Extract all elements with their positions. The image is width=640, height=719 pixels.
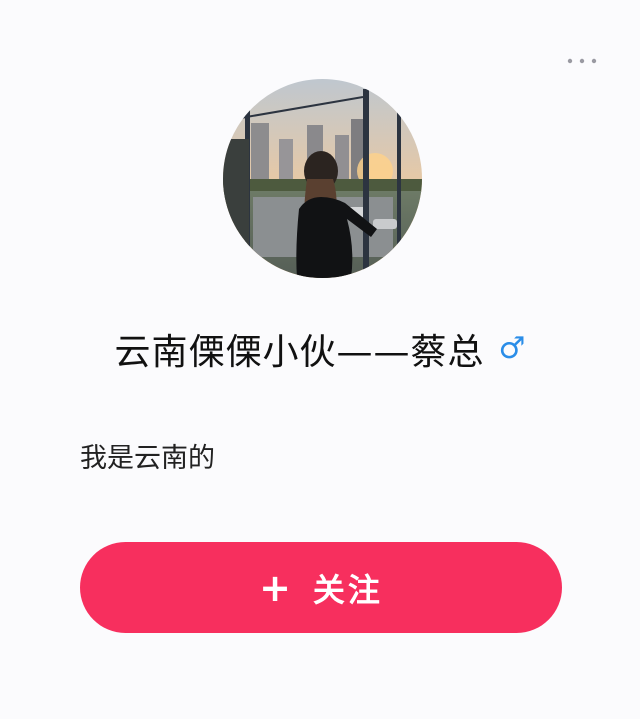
more-horizontal-icon [567,58,597,64]
more-options-button[interactable] [560,50,604,72]
avatar[interactable] [223,79,422,278]
avatar-photo [223,79,422,278]
plus-icon: + [259,565,291,610]
profile-name-row: 云南傈傈小伙——蔡总 ♂ [0,318,640,380]
follow-button-label: 关注 [312,570,383,609]
profile-bio: 我是云南的 [80,443,215,474]
male-gender-icon: ♂ [498,331,526,366]
profile-nickname: 云南傈傈小伙——蔡总 [114,332,485,373]
follow-button[interactable]: + 关注 [80,542,562,633]
